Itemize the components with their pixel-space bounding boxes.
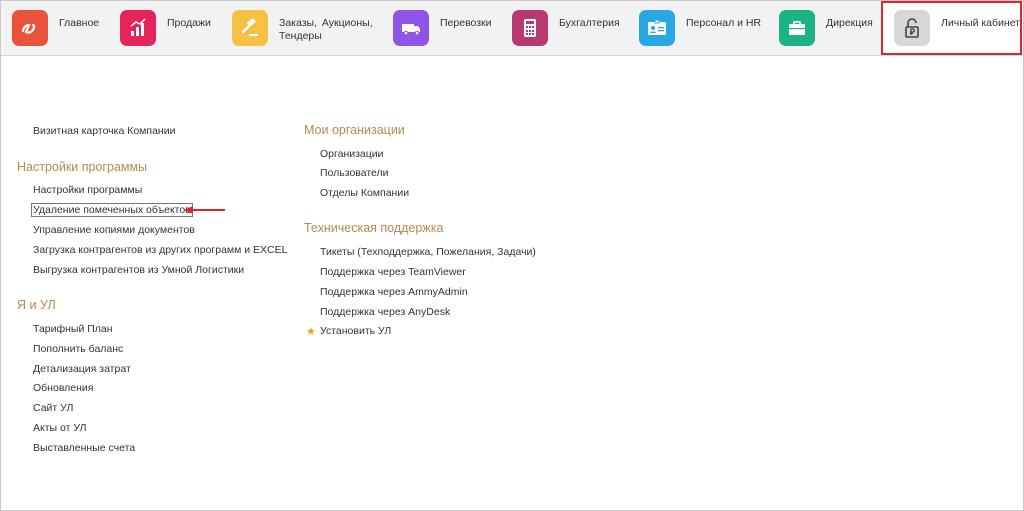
delete-marked-objects-link[interactable]: Удаление помеченных объектов <box>31 203 193 217</box>
ammyadmin-link[interactable]: Поддержка через AmmyAdmin <box>320 286 468 298</box>
top-navigation-bar: Главное Продажи Заказы, Аукционы, Тендеры… <box>1 1 1023 56</box>
truck-icon <box>393 10 429 46</box>
document-copies-link[interactable]: Управление копиями документов <box>33 224 195 236</box>
nav-label-line2: Тендеры <box>279 30 322 42</box>
export-contractors-link[interactable]: Выгрузка контрагентов из Умной Логистики <box>33 264 244 276</box>
tickets-link[interactable]: Тикеты (Техподдержка, Пожелания, Задачи) <box>320 246 536 258</box>
ul-acts-link[interactable]: Акты от УЛ <box>33 422 87 434</box>
top-up-balance-link[interactable]: Пополнить баланс <box>33 343 123 355</box>
settings-link[interactable]: Настройки программы <box>33 184 142 196</box>
nav-label: Бухгалтерия <box>559 17 620 29</box>
ul-site-link[interactable]: Сайт УЛ <box>33 402 73 414</box>
nav-label: Персонал и HR <box>686 17 762 29</box>
anydesk-link[interactable]: Поддержка через AnyDesk <box>320 306 450 318</box>
users-link[interactable]: Пользователи <box>320 167 389 179</box>
ruble-lock-icon <box>894 10 930 46</box>
import-contractors-link[interactable]: Загрузка контрагентов из других программ… <box>33 244 287 256</box>
nav-label-line1: Заказы, Аукционы, <box>279 17 373 29</box>
calculator-icon <box>512 10 548 46</box>
gavel-icon <box>232 10 268 46</box>
section-title-orgs: Мои организации <box>304 123 405 137</box>
organizations-link[interactable]: Организации <box>320 148 384 160</box>
star-icon: ★ <box>306 326 316 338</box>
section-title-support: Техническая поддержка <box>304 221 444 235</box>
red-arrow-annotation <box>184 206 225 214</box>
teamviewer-link[interactable]: Поддержка через TeamViewer <box>320 266 466 278</box>
install-ul-link[interactable]: Установить УЛ <box>320 325 391 337</box>
issued-invoices-link[interactable]: Выставленные счета <box>33 442 135 454</box>
tariff-plan-link[interactable]: Тарифный План <box>33 323 113 335</box>
nav-label: Продажи <box>167 17 211 29</box>
sales-chart-icon <box>120 10 156 46</box>
infinity-logo-icon <box>12 10 48 46</box>
company-card-link[interactable]: Визитная карточка Компании <box>33 125 175 137</box>
id-card-icon <box>639 10 675 46</box>
nav-label: Личный кабинет <box>941 17 1020 29</box>
nav-label: Перевозки <box>440 17 492 29</box>
section-title-me: Я и УЛ <box>17 298 56 312</box>
nav-label: Дирекция <box>826 17 873 29</box>
nav-label: Заказы, Аукционы, Тендеры <box>279 17 373 43</box>
nav-label: Главное <box>59 17 100 29</box>
section-title-settings: Настройки программы <box>17 160 148 174</box>
briefcase-icon <box>779 10 815 46</box>
departments-link[interactable]: Отделы Компании <box>320 187 409 199</box>
cost-details-link[interactable]: Детализация затрат <box>33 363 131 375</box>
updates-link[interactable]: Обновления <box>33 382 93 394</box>
